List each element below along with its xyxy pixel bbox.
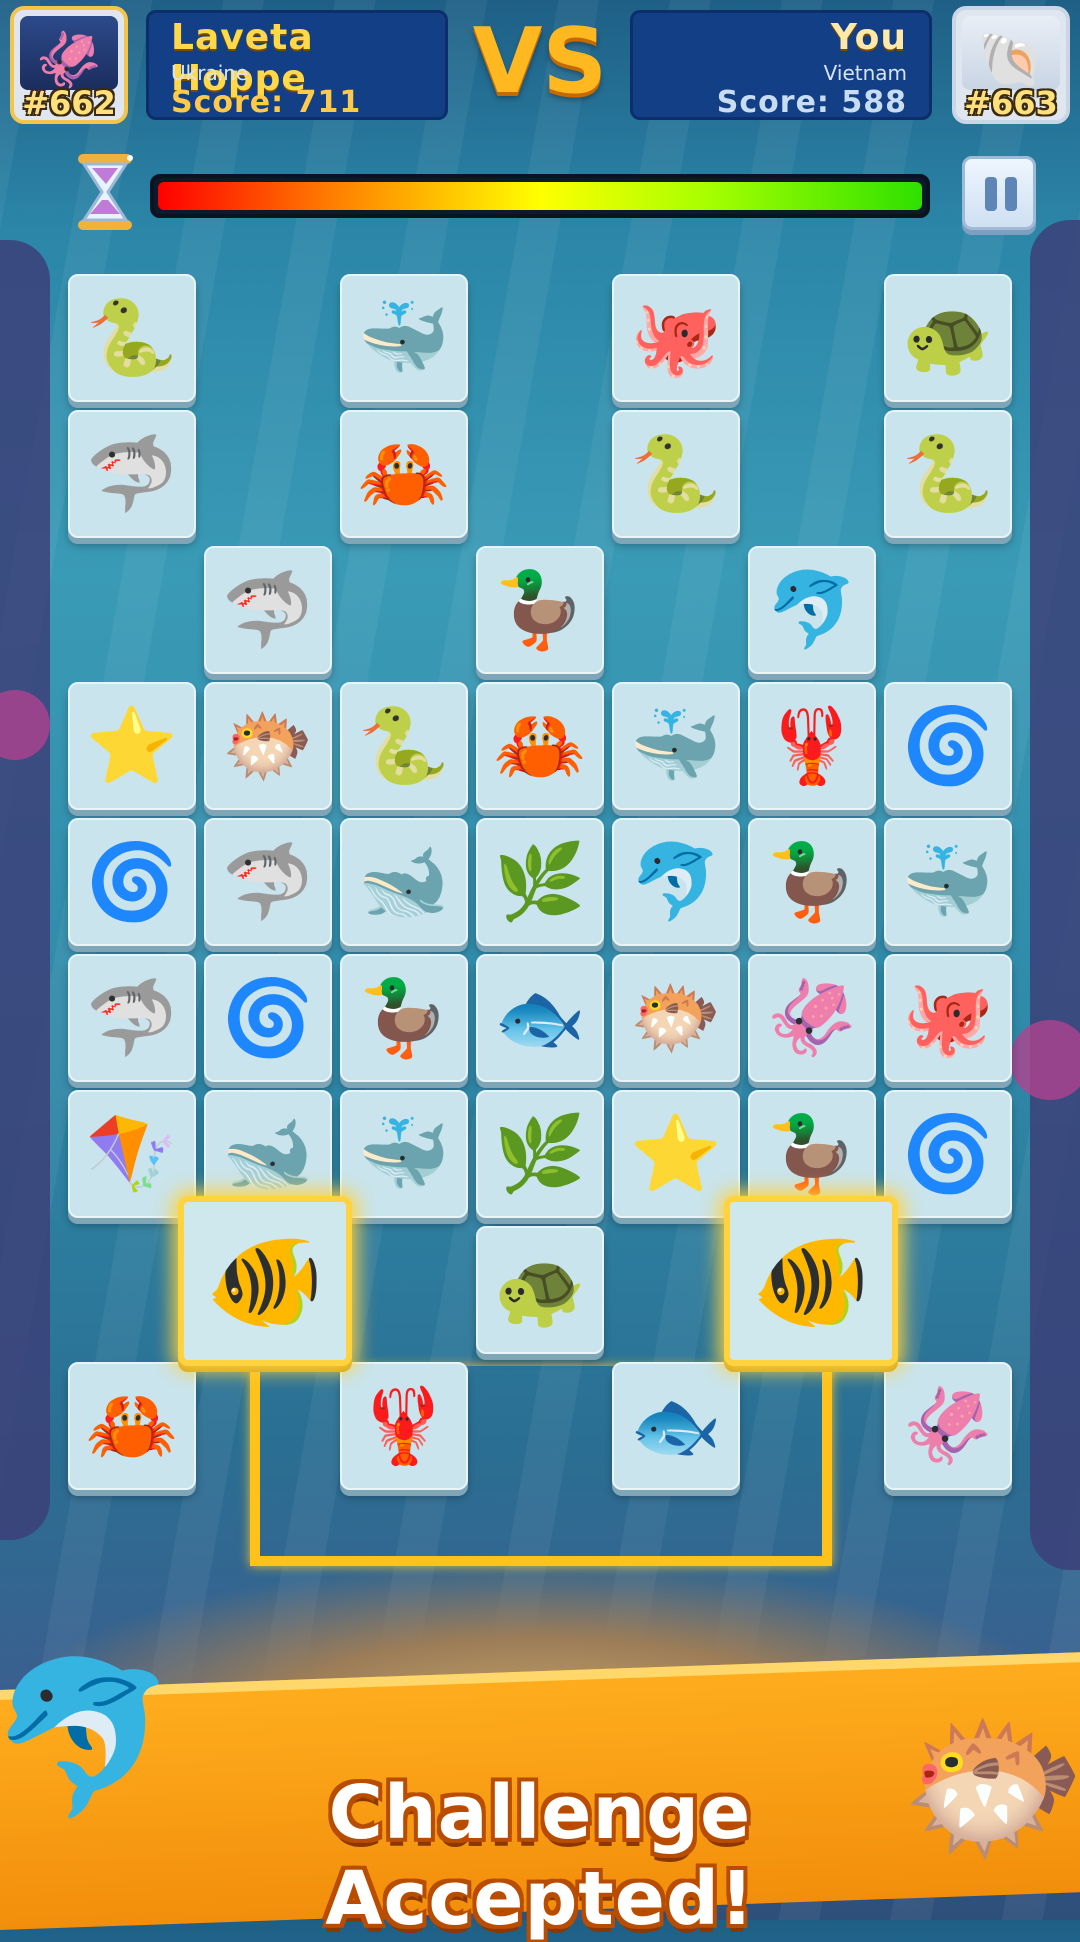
tile-squid[interactable]: 🦑: [884, 1362, 1012, 1490]
tile-pufferfish[interactable]: 🐡: [204, 682, 332, 810]
selected-piranha-right[interactable]: 🐠: [724, 1196, 898, 1366]
tile-duck[interactable]: 🦆: [340, 954, 468, 1082]
tile-eel[interactable]: 🐍: [68, 274, 196, 402]
seahorse-icon: 🌀: [85, 839, 179, 925]
eel-icon: 🐍: [629, 431, 723, 517]
piranha-icon: 🐠: [205, 1225, 325, 1337]
tile-starfish[interactable]: ⭐: [612, 1090, 740, 1218]
seahorse-icon: 🌀: [901, 703, 995, 789]
piranha-icon: 🐠: [751, 1225, 871, 1337]
whale-icon: 🐳: [357, 1111, 451, 1197]
duck-icon: 🦆: [357, 975, 451, 1061]
tile-octopus[interactable]: 🐙: [884, 954, 1012, 1082]
tile-seahorse[interactable]: 🌀: [204, 954, 332, 1082]
banner-text: Challenge Accepted!: [325, 1770, 755, 1942]
tile-starfish[interactable]: ⭐: [68, 682, 196, 810]
tile-lobster[interactable]: 🦞: [748, 682, 876, 810]
tile-crab[interactable]: 🦀: [68, 1362, 196, 1490]
duck-icon: 🦆: [493, 567, 587, 653]
tile-whale[interactable]: 🐳: [884, 818, 1012, 946]
shark-icon: 🦈: [85, 431, 179, 517]
fish-mascot-left-icon: 🐬: [0, 1651, 177, 1825]
squid-icon: 🦑: [765, 975, 859, 1061]
tile-eel[interactable]: 🐍: [612, 410, 740, 538]
tile-seaweed[interactable]: 🌿: [476, 818, 604, 946]
turtle-icon: 🐢: [901, 295, 995, 381]
tile-turtle[interactable]: 🐢: [884, 274, 1012, 402]
lobster-icon: 🦞: [357, 1383, 451, 1469]
tile-whale[interactable]: 🐳: [340, 1090, 468, 1218]
tile-octopus[interactable]: 🐙: [612, 274, 740, 402]
stingray-icon: 🪁: [85, 1111, 179, 1197]
tile-whale[interactable]: 🐳: [612, 682, 740, 810]
tile-eel[interactable]: 🐍: [884, 410, 1012, 538]
puzzle-board: 🐍 🐳 🐙 🐢 🦈 🦀 🐍 🐍 🦈 🦆 🐬 ⭐ 🐡 🐍 🦀 🐳 🦞 🌀 🌀 🦈 🐋 🌿 🐬 🦆 🐳 🦈 🌀 🦆 🐟 🐡 🦑 🐙 🪁 🐋 🐳 🌿 ⭐ 🦆 🌀 🐢…: [0, 0, 1080, 1920]
tile-turtle[interactable]: 🐢: [476, 1226, 604, 1354]
blue-whale-icon: 🐋: [357, 839, 451, 925]
duck-icon: 🦆: [765, 839, 859, 925]
tile-fish[interactable]: 🐟: [476, 954, 604, 1082]
tile-seahorse[interactable]: 🌀: [68, 818, 196, 946]
fish-icon: 🐟: [493, 975, 587, 1061]
seahorse-icon: 🌀: [221, 975, 315, 1061]
octopus-icon: 🐙: [901, 975, 995, 1061]
lobster-icon: 🦞: [765, 703, 859, 789]
starfish-icon: ⭐: [85, 703, 179, 789]
pufferfish-icon: 🐡: [221, 703, 315, 789]
blue-whale-icon: 🐋: [221, 1111, 315, 1197]
shark-icon: 🦈: [85, 975, 179, 1061]
seahorse-icon: 🌀: [901, 1111, 995, 1197]
starfish-icon: ⭐: [629, 1111, 723, 1197]
seaweed-icon: 🌿: [493, 1111, 587, 1197]
crab-icon: 🦀: [357, 431, 451, 517]
tile-dolphin[interactable]: 🐬: [612, 818, 740, 946]
tile-duck[interactable]: 🦆: [476, 546, 604, 674]
tile-eel[interactable]: 🐍: [340, 682, 468, 810]
tile-shark[interactable]: 🦈: [204, 546, 332, 674]
tile-pufferfish[interactable]: 🐡: [612, 954, 740, 1082]
tile-shark[interactable]: 🦈: [204, 818, 332, 946]
seaweed-icon: 🌿: [493, 839, 587, 925]
tile-duck[interactable]: 🦆: [748, 818, 876, 946]
tile-blue-whale[interactable]: 🐋: [340, 818, 468, 946]
fish-mascot-right-icon: 🐡: [900, 1701, 1080, 1875]
whale-icon: 🐳: [629, 703, 723, 789]
tile-stingray[interactable]: 🪁: [68, 1090, 196, 1218]
tile-seahorse[interactable]: 🌀: [884, 682, 1012, 810]
tile-seahorse[interactable]: 🌀: [884, 1090, 1012, 1218]
eel-icon: 🐍: [357, 703, 451, 789]
tile-whale[interactable]: 🐳: [340, 274, 468, 402]
dolphin-icon: 🐬: [629, 839, 723, 925]
tile-squid[interactable]: 🦑: [748, 954, 876, 1082]
turtle-icon: 🐢: [493, 1247, 587, 1333]
fish-icon: 🐟: [629, 1383, 723, 1469]
tile-crab[interactable]: 🦀: [340, 410, 468, 538]
whale-icon: 🐳: [357, 295, 451, 381]
shark-icon: 🦈: [221, 839, 315, 925]
crab-icon: 🦀: [85, 1383, 179, 1469]
tile-shark[interactable]: 🦈: [68, 954, 196, 1082]
tile-dolphin[interactable]: 🐬: [748, 546, 876, 674]
pufferfish-icon: 🐡: [629, 975, 723, 1061]
tile-crab[interactable]: 🦀: [476, 682, 604, 810]
tile-lobster[interactable]: 🦞: [340, 1362, 468, 1490]
dolphin-icon: 🐬: [765, 567, 859, 653]
duck-icon: 🦆: [765, 1111, 859, 1197]
squid-icon: 🦑: [901, 1383, 995, 1469]
selected-piranha-left[interactable]: 🐠: [178, 1196, 352, 1366]
octopus-icon: 🐙: [629, 295, 723, 381]
tile-shark[interactable]: 🦈: [68, 410, 196, 538]
tile-fish[interactable]: 🐟: [612, 1362, 740, 1490]
eel-icon: 🐍: [85, 295, 179, 381]
tile-seaweed[interactable]: 🌿: [476, 1090, 604, 1218]
eel-icon: 🐍: [901, 431, 995, 517]
crab-icon: 🦀: [493, 703, 587, 789]
whale-icon: 🐳: [901, 839, 995, 925]
shark-icon: 🦈: [221, 567, 315, 653]
